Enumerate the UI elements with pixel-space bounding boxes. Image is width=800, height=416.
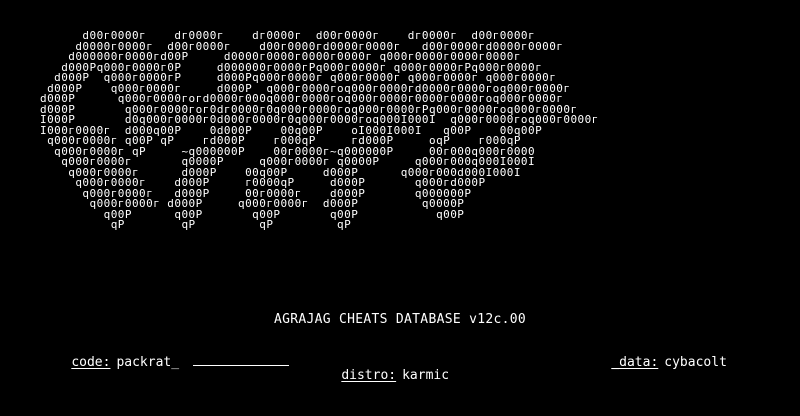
database-title: AGRAJAG CHEATS DATABASE v12c.00	[274, 312, 526, 327]
code-input-blank[interactable]	[193, 355, 290, 366]
distro-label: distro:	[341, 368, 397, 383]
code-field[interactable]: code: packrat_	[40, 340, 290, 385]
distro-field: distro: karmic	[310, 353, 449, 398]
code-value[interactable]: packrat_	[116, 355, 179, 370]
data-value: cybacolt	[664, 355, 727, 370]
data-label: _data:	[611, 355, 659, 370]
distro-value: karmic	[402, 368, 450, 383]
data-field: _data: cybacolt	[580, 340, 727, 385]
code-label: code:	[71, 355, 111, 370]
ascii-art-logo: d00г0000г dг0000г dг0000г d00г0000г dг00…	[40, 29, 599, 231]
terminal-screen: d00г0000г dг0000г dг0000г d00г0000г dг00…	[0, 0, 800, 416]
